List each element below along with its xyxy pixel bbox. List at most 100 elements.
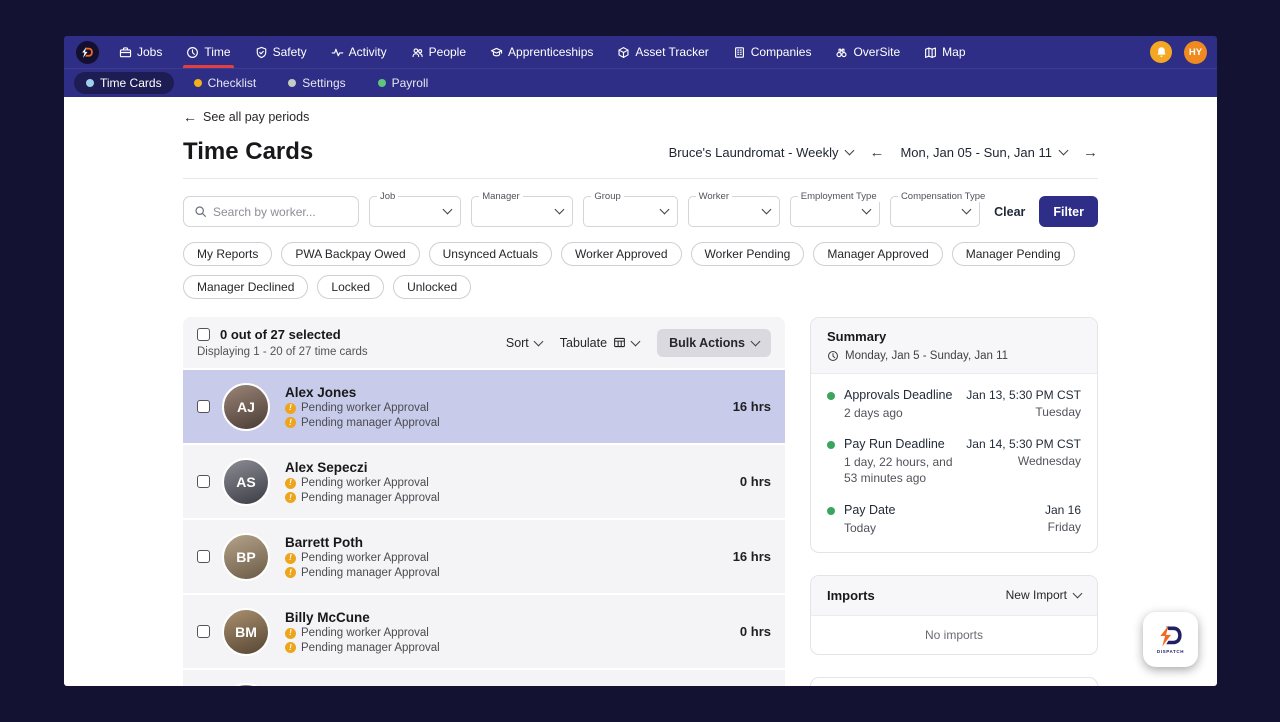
filter-button[interactable]: Filter	[1039, 196, 1098, 227]
main-grid: 0 out of 27 selected Displaying 1 - 20 o…	[183, 317, 1098, 686]
previous-period-button[interactable]: ←	[869, 145, 884, 160]
nav-item-map[interactable]: Map	[912, 36, 977, 68]
bulk-actions-label: Bulk Actions	[669, 335, 745, 350]
compensation-type-select[interactable]: Compensation Type	[889, 191, 989, 227]
green-dot-icon	[827, 506, 835, 515]
dispatch-floating-button[interactable]: DISPATCH	[1143, 612, 1198, 667]
user-avatar[interactable]: HY	[1184, 40, 1207, 64]
sort-control[interactable]: Sort	[506, 336, 544, 350]
notifications-button[interactable]	[1150, 41, 1172, 63]
box-icon	[618, 46, 629, 58]
subnav-label: Settings	[302, 75, 346, 90]
manager-approval-status: ! Pending manager Approval	[285, 492, 740, 504]
clear-filters-button[interactable]: Clear	[990, 205, 1029, 219]
nav-item-safety[interactable]: Safety	[243, 36, 319, 68]
imports-title: Imports	[827, 587, 875, 603]
page-title: Time Cards	[183, 138, 314, 165]
binoculars-icon	[836, 48, 848, 57]
chip-unlocked[interactable]: Unlocked	[393, 275, 472, 299]
group-select[interactable]: Group	[583, 191, 678, 227]
row-checkbox[interactable]	[197, 550, 210, 563]
chip-locked[interactable]: Locked	[317, 275, 385, 299]
search-icon	[195, 206, 206, 217]
job-select[interactable]: Job	[369, 191, 462, 227]
pending-icon: !	[285, 552, 296, 564]
green-dot-icon	[827, 392, 835, 400]
worker-approval-status: ! Pending worker Approval	[285, 402, 733, 414]
employment-type-select[interactable]: Employment Type	[789, 191, 880, 227]
chip-manager-pending[interactable]: Manager Pending	[951, 242, 1075, 266]
see-all-pay-periods-link[interactable]: ← See all pay periods	[183, 110, 309, 124]
chevron-down-icon	[442, 204, 453, 215]
nav-item-oversite[interactable]: OverSite	[823, 36, 912, 68]
partial-card	[810, 676, 1098, 686]
table-row[interactable]: AJ Alex Jones ! Pending worker Approval !…	[183, 370, 785, 443]
filter-row: Job Manager Group Worker Employment Type…	[183, 191, 1098, 227]
pending-icon: !	[285, 477, 296, 489]
subnav-item-settings[interactable]: Settings	[276, 72, 357, 94]
row-checkbox[interactable]	[197, 625, 210, 638]
imports-card-header: Imports New Import	[811, 575, 1097, 616]
nav-item-people[interactable]: People	[399, 36, 478, 68]
clock-icon	[827, 350, 839, 362]
chip-my-reports[interactable]: My Reports	[183, 242, 273, 266]
pending-icon: !	[285, 627, 296, 639]
bell-icon	[1156, 46, 1166, 57]
nav-item-asset-tracker[interactable]: Asset Tracker	[605, 36, 720, 68]
search-input[interactable]	[213, 204, 348, 219]
table-row-partial[interactable]	[183, 670, 785, 686]
job-select-label: Job	[377, 191, 399, 202]
top-navbar: Jobs Time Safety Activity People Apprent…	[64, 36, 1217, 68]
worker-avatar: AJ	[222, 382, 270, 431]
nav-item-apprenticeships[interactable]: Apprenticeships	[478, 36, 605, 68]
main-menu: Jobs Time Safety Activity People Apprent…	[107, 36, 978, 68]
pending-icon: !	[285, 417, 296, 428]
table-row[interactable]: BM Billy McCune ! Pending worker Approval…	[183, 595, 785, 668]
chip-worker-pending[interactable]: Worker Pending	[690, 242, 805, 266]
back-arrow-icon: ←	[183, 109, 197, 125]
summary-item-pay-date: Pay Date Today Jan 16 Friday	[827, 503, 1081, 536]
chip-manager-approved[interactable]: Manager Approved	[813, 242, 943, 266]
nav-item-time[interactable]: Time	[174, 36, 242, 68]
table-row[interactable]: AS Alex Sepeczi ! Pending worker Approval…	[183, 445, 785, 518]
row-checkbox[interactable]	[197, 400, 210, 413]
table-row[interactable]: BP Barrett Poth ! Pending worker Approval…	[183, 520, 785, 593]
nav-item-jobs[interactable]: Jobs	[107, 36, 174, 68]
company-schedule-label: Bruce's Laundromat - Weekly	[668, 144, 839, 160]
pay-period-selector[interactable]: Mon, Jan 05 - Sun, Jan 11	[900, 145, 1069, 160]
list-header: 0 out of 27 selected Displaying 1 - 20 o…	[183, 317, 785, 368]
bulk-actions-button[interactable]: Bulk Actions	[657, 328, 771, 357]
nav-label: Apprenticeships	[508, 45, 594, 59]
worker-avatar: BP	[222, 532, 270, 581]
subnav-item-time-cards[interactable]: Time Cards	[74, 71, 174, 94]
new-import-control[interactable]: New Import	[1006, 588, 1083, 602]
manager-select[interactable]: Manager	[471, 191, 574, 227]
company-schedule-selector[interactable]: Bruce's Laundromat - Weekly	[668, 144, 855, 160]
dispatch-logo-icon	[82, 46, 93, 58]
nav-label: Companies	[750, 45, 812, 59]
nav-item-activity[interactable]: Activity	[319, 36, 399, 68]
summary-card: Summary Monday, Jan 5 - Sunday, Jan 11 A…	[810, 317, 1098, 553]
chip-pwa-backpay-owed[interactable]: PWA Backpay Owed	[281, 242, 420, 266]
chip-unsynced-actuals[interactable]: Unsynced Actuals	[428, 242, 553, 266]
topnav-right-controls: HY	[1150, 40, 1207, 64]
time-card-list: 0 out of 27 selected Displaying 1 - 20 o…	[183, 317, 785, 686]
worker-name: Alex Jones	[285, 384, 357, 400]
row-checkbox[interactable]	[197, 475, 210, 488]
row-hours: 0 hrs	[739, 624, 771, 639]
sub-navbar: Time Cards Checklist Settings Payroll	[64, 68, 1217, 97]
subnav-item-payroll[interactable]: Payroll	[366, 72, 441, 94]
tabulate-control[interactable]: Tabulate	[560, 336, 641, 350]
worker-select[interactable]: Worker	[687, 191, 780, 227]
chip-manager-declined[interactable]: Manager Declined	[183, 275, 309, 299]
chip-worker-approved[interactable]: Worker Approved	[561, 242, 682, 266]
chevron-down-icon	[845, 145, 855, 156]
nav-item-companies[interactable]: Companies	[721, 36, 824, 68]
dispatch-logo-button[interactable]	[76, 40, 99, 64]
next-period-button[interactable]: →	[1083, 145, 1098, 160]
select-all-checkbox[interactable]	[197, 328, 210, 341]
subnav-item-checklist[interactable]: Checklist	[182, 72, 269, 94]
table-grid-icon	[614, 337, 625, 348]
worker-approval-status: ! Pending worker Approval	[285, 477, 740, 489]
chevron-down-icon	[554, 204, 565, 215]
